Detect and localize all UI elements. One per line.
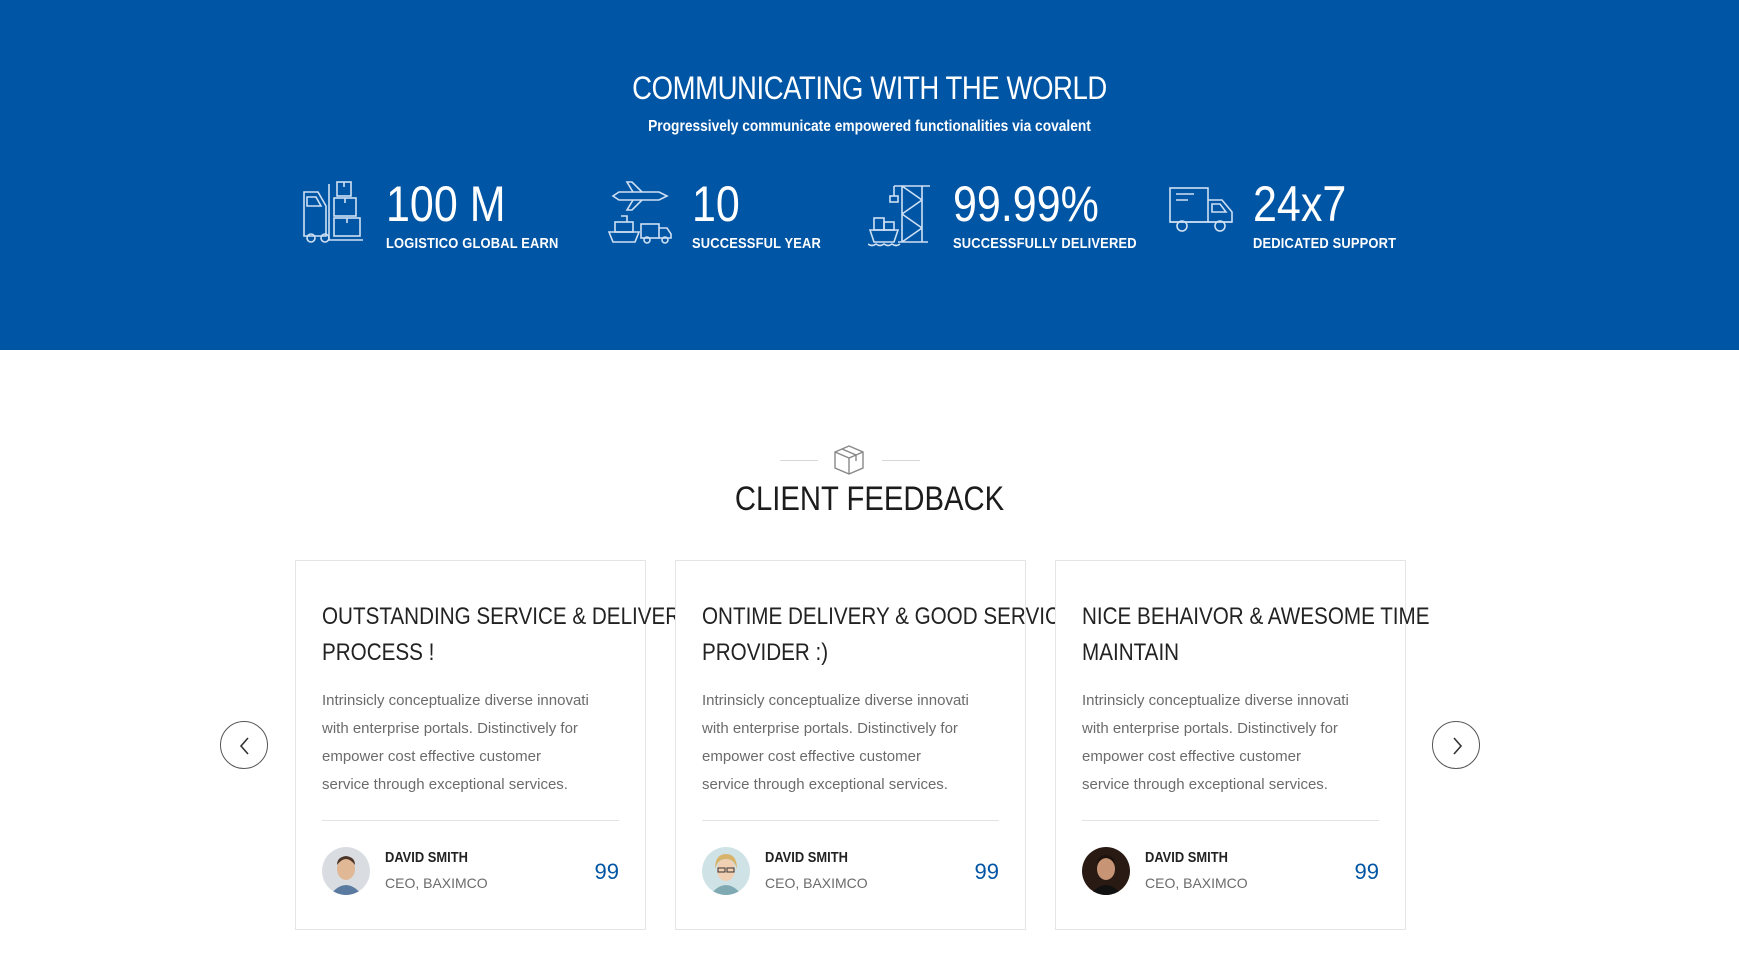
stat-label: DEDICATED SUPPORT — [1253, 235, 1397, 252]
card-divider — [322, 820, 619, 821]
card-text-line: empower cost effective customer — [702, 748, 921, 765]
card-text-line: service through exceptional services. — [1082, 776, 1328, 793]
card-text-line: with enterprise portals. Distinctively f… — [1082, 720, 1338, 737]
card-text-line: with enterprise portals. Distinctively f… — [322, 720, 578, 737]
card-text-line: Intrinsicly conceptualize diverse innova… — [1082, 692, 1349, 709]
card-text: Intrinsicly conceptualize diverse innova… — [1082, 687, 1387, 799]
woman-avatar-icon — [702, 847, 750, 895]
stat-value: 10 — [692, 176, 740, 232]
stat-label: SUCCESSFUL YEAR — [692, 235, 821, 252]
card-text-line: empower cost effective customer — [1082, 748, 1301, 765]
plane-ship-truck-icon — [607, 180, 673, 248]
client-role: CEO, BAXIMCO — [385, 875, 488, 891]
card-text-line: service through exceptional services. — [702, 776, 948, 793]
stat-value: 24x7 — [1253, 176, 1347, 232]
card-divider — [1082, 820, 1379, 821]
card-title-line: NICE BEHAIVOR & AWESOME TIME — [1082, 603, 1430, 630]
stat-label: LOGISTICO GLOBAL EARN — [386, 235, 559, 252]
card-title: NICE BEHAIVOR & AWESOME TIME MAINTAIN — [1082, 599, 1430, 671]
card-title-line: OUTSTANDING SERVICE & DELIVER — [322, 603, 681, 630]
card-text-line: service through exceptional services. — [322, 776, 568, 793]
client-role: CEO, BAXIMCO — [1145, 875, 1248, 891]
client-role: CEO, BAXIMCO — [765, 875, 868, 891]
testimonial-card: ONTIME DELIVERY & GOOD SERVICE PROVIDER … — [675, 560, 1074, 930]
chevron-right-icon — [1453, 737, 1463, 755]
man-avatar-icon — [1082, 847, 1130, 895]
band-subtitle: Progressively communicate empowered func… — [648, 118, 1091, 135]
card-title-line: PROVIDER :) — [702, 639, 829, 666]
client-name: DAVID SMITH — [385, 849, 468, 866]
package-box-icon — [832, 444, 866, 476]
card-text-line: Intrinsicly conceptualize diverse innova… — [702, 692, 969, 709]
quote-mark: 99 — [1354, 859, 1379, 884]
forklift-boxes-icon — [301, 180, 367, 248]
card-text-line: Intrinsicly conceptualize diverse innova… — [322, 692, 589, 709]
section-title: CLIENT FEEDBACK — [734, 480, 1005, 518]
card-text: Intrinsicly conceptualize diverse innova… — [702, 687, 1007, 799]
client-name: DAVID SMITH — [1145, 849, 1228, 866]
chevron-left-icon — [239, 737, 249, 755]
prev-button[interactable] — [220, 721, 268, 769]
stat-value: 100 M — [386, 176, 506, 232]
section-ornament — [780, 444, 920, 476]
stat-value: 99.99% — [953, 176, 1099, 232]
port-crane-icon — [867, 180, 934, 248]
card-text-line: with enterprise portals. Distinctively f… — [702, 720, 958, 737]
man-avatar-icon — [322, 847, 370, 895]
card-title: ONTIME DELIVERY & GOOD SERVICE PROVIDER … — [702, 599, 1074, 671]
ornament-line-left — [780, 460, 818, 461]
card-title-line: MAINTAIN — [1082, 639, 1180, 666]
band-title: COMMUNICATING WITH THE WORLD — [632, 70, 1107, 106]
quote-mark: 99 — [594, 859, 619, 884]
card-text-line: empower cost effective customer — [322, 748, 541, 765]
ornament-line-right — [882, 460, 920, 461]
stats-band: COMMUNICATING WITH THE WORLD Progressive… — [0, 0, 1739, 350]
card-title-line: PROCESS ! — [322, 639, 435, 666]
next-button[interactable] — [1432, 721, 1480, 769]
testimonial-card: OUTSTANDING SERVICE & DELIVER PROCESS ! … — [295, 560, 681, 930]
stat-label: SUCCESSFULLY DELIVERED — [953, 235, 1137, 252]
card-divider — [702, 820, 999, 821]
card-text: Intrinsicly conceptualize diverse innova… — [322, 687, 627, 799]
quote-mark: 99 — [974, 859, 999, 884]
client-name: DAVID SMITH — [765, 849, 848, 866]
delivery-truck-icon — [1168, 180, 1234, 248]
card-title-line: ONTIME DELIVERY & GOOD SERVICE — [702, 603, 1074, 630]
card-title: OUTSTANDING SERVICE & DELIVER PROCESS ! — [322, 599, 681, 671]
testimonial-card: NICE BEHAIVOR & AWESOME TIME MAINTAIN In… — [1055, 560, 1430, 930]
